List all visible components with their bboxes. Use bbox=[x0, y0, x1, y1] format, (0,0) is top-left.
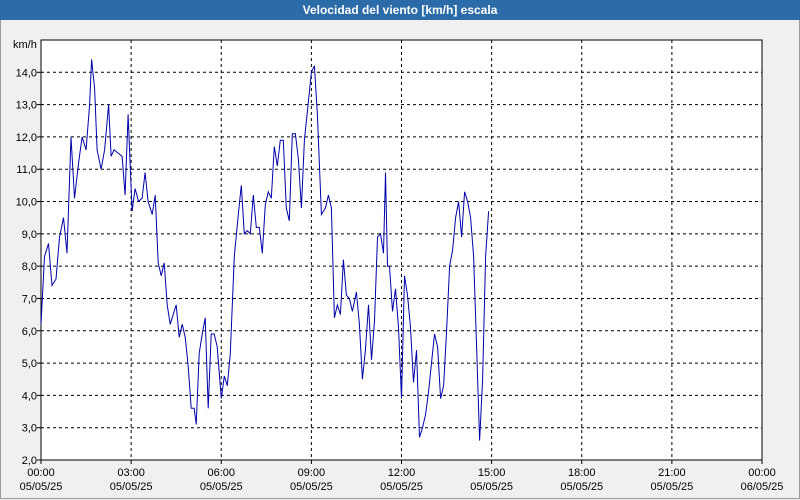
x-tick-time: 21:00 bbox=[658, 467, 686, 479]
x-tick-time: 18:00 bbox=[568, 467, 596, 479]
y-tick-label: 3,0 bbox=[22, 423, 37, 435]
line-chart: 2,0 3,0 4,0 5,0 6,0 7,0 8,0 9,0 10,0 11,0 12,0 13,0… bbox=[13, 39, 784, 493]
x-tick-time: 06:00 bbox=[207, 467, 235, 479]
x-tick-date: 05/05/25 bbox=[380, 481, 423, 493]
y-tick-label: 12,0 bbox=[16, 132, 37, 144]
x-tick-date: 05/05/25 bbox=[200, 481, 243, 493]
y-tick-label: 9,0 bbox=[22, 229, 37, 241]
x-tick-date: 05/05/25 bbox=[470, 481, 513, 493]
chart-frame: 2,0 3,0 4,0 5,0 6,0 7,0 8,0 9,0 10,0 11,0 12,0 13,0… bbox=[0, 20, 800, 499]
x-tick-date: 06/05/25 bbox=[741, 481, 784, 493]
x-tick-time: 00:00 bbox=[748, 467, 776, 479]
x-tick-date: 05/05/25 bbox=[650, 481, 693, 493]
x-tick-time: 00:00 bbox=[27, 467, 55, 479]
x-tick-date: 05/05/25 bbox=[110, 481, 153, 493]
y-tick-label: 13,0 bbox=[16, 100, 37, 112]
x-tick-time: 12:00 bbox=[388, 467, 416, 479]
x-axis-ticks: 00:00 05/05/25 03:00 05/05/25 06:00 05/05/25 0… bbox=[20, 460, 784, 493]
y-axis-unit: km/h bbox=[13, 39, 37, 51]
x-tick-time: 09:00 bbox=[298, 467, 326, 479]
y-tick-label: 8,0 bbox=[22, 261, 37, 273]
y-tick-label: 11,0 bbox=[16, 164, 37, 176]
x-tick-time: 15:00 bbox=[478, 467, 506, 479]
y-axis-ticks: 2,0 3,0 4,0 5,0 6,0 7,0 8,0 9,0 10,0 11,0 12,0 13,0… bbox=[16, 67, 41, 467]
y-tick-label: 14,0 bbox=[16, 67, 37, 79]
y-tick-label: 4,0 bbox=[22, 390, 37, 402]
y-tick-label: 5,0 bbox=[22, 358, 37, 370]
y-tick-label: 7,0 bbox=[22, 293, 37, 305]
chart-title: Velocidad del viento [km/h] escala bbox=[0, 0, 800, 20]
y-tick-label: 6,0 bbox=[22, 326, 37, 338]
x-tick-date: 05/05/25 bbox=[290, 481, 333, 493]
x-tick-date: 05/05/25 bbox=[20, 481, 63, 493]
y-tick-label: 10,0 bbox=[16, 197, 37, 209]
x-tick-date: 05/05/25 bbox=[560, 481, 603, 493]
y-tick-label: 2,0 bbox=[22, 455, 37, 467]
x-tick-time: 03:00 bbox=[117, 467, 145, 479]
